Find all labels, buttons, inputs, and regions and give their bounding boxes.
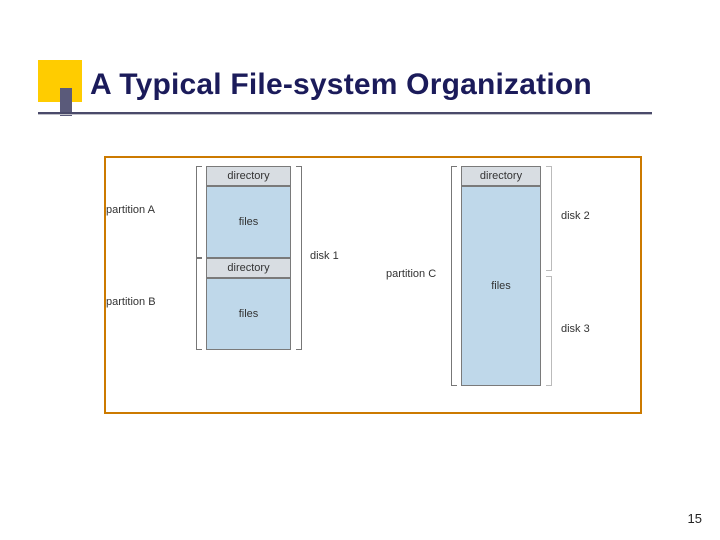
partition-b-directory-box: directory <box>206 258 291 278</box>
brace-partition-c <box>451 166 452 386</box>
files-label: files <box>491 280 511 292</box>
disk3-label: disk 3 <box>561 323 590 335</box>
partition-c-directory-box: directory <box>461 166 541 186</box>
directory-label: directory <box>227 262 269 274</box>
brace-partition-b <box>196 258 197 350</box>
figure-frame: directory files directory files partitio… <box>104 156 642 414</box>
directory-label: directory <box>227 170 269 182</box>
title-rule-light <box>38 114 652 115</box>
partition-a-label: partition A <box>106 204 155 216</box>
files-label: files <box>239 216 259 228</box>
brace-disk3 <box>551 276 552 386</box>
partition-a-directory-box: directory <box>206 166 291 186</box>
brace-disk1 <box>301 166 302 350</box>
brace-partition-a <box>196 166 197 258</box>
partition-a-files-box: files <box>206 186 291 258</box>
disk1-label: disk 1 <box>310 250 339 262</box>
brace-disk2 <box>551 166 552 271</box>
partition-c-files-box: files <box>461 186 541 386</box>
slide: A Typical File-system Organization direc… <box>0 0 720 540</box>
partition-c-label: partition C <box>386 268 436 280</box>
page-number: 15 <box>688 511 702 526</box>
partition-b-label: partition B <box>106 296 156 308</box>
page-title: A Typical File-system Organization <box>90 68 592 102</box>
disk2-label: disk 2 <box>561 210 590 222</box>
files-label: files <box>239 308 259 320</box>
directory-label: directory <box>480 170 522 182</box>
partition-b-files-box: files <box>206 278 291 350</box>
